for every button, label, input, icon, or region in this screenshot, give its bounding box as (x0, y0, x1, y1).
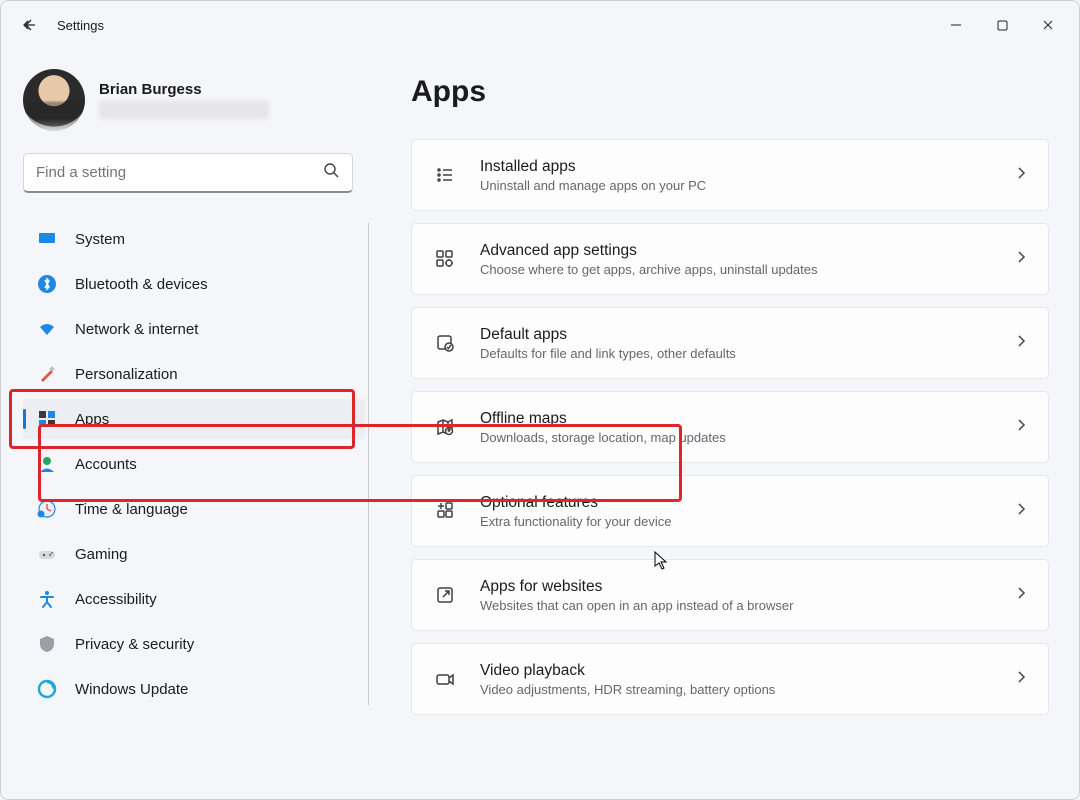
wifi-icon (37, 319, 57, 339)
card-advanced[interactable]: Advanced app settings Choose where to get… (411, 223, 1049, 295)
card-subtitle: Defaults for file and link types, other … (480, 346, 992, 361)
apps-icon (37, 409, 57, 429)
titlebar: Settings (1, 1, 1079, 49)
sidebar-item-label: Network & internet (75, 321, 198, 338)
minimize-button[interactable] (933, 5, 979, 45)
back-button[interactable] (9, 5, 49, 45)
close-icon (1042, 19, 1054, 31)
card-optional[interactable]: Optional features Extra functionality for… (411, 475, 1049, 547)
minimize-icon (950, 19, 962, 31)
sidebar-item-network[interactable]: Network & internet (23, 309, 365, 349)
sidebar-item-update[interactable]: Windows Update (23, 669, 365, 709)
window-title: Settings (57, 18, 104, 33)
profile-block[interactable]: Brian Burgess (23, 69, 371, 131)
chevron-right-icon (1014, 670, 1028, 689)
search-box[interactable] (23, 153, 353, 193)
card-default[interactable]: Default apps Defaults for file and link t… (411, 307, 1049, 379)
search-icon (323, 162, 340, 184)
check-app-icon (432, 333, 458, 353)
accessibility-icon (37, 589, 57, 609)
card-installed[interactable]: Installed apps Uninstall and manage apps … (411, 139, 1049, 211)
card-offline[interactable]: Offline maps Downloads, storage location,… (411, 391, 1049, 463)
sidebar-item-label: Accounts (75, 456, 137, 473)
monitor-icon (37, 229, 57, 249)
sidebar-item-personalization[interactable]: Personalization (23, 354, 365, 394)
card-title: Offline maps (480, 410, 992, 428)
bluetooth-icon (37, 274, 57, 294)
sidebar-item-time[interactable]: Time & language (23, 489, 365, 529)
profile-name: Brian Burgess (99, 81, 269, 98)
card-title: Optional features (480, 494, 992, 512)
chevron-right-icon (1014, 418, 1028, 437)
maximize-icon (997, 20, 1008, 31)
sidebar-item-bluetooth[interactable]: Bluetooth & devices (23, 264, 365, 304)
card-title: Installed apps (480, 158, 992, 176)
shield-icon (37, 634, 57, 654)
sidebar-item-system[interactable]: System (23, 219, 365, 259)
card-title: Advanced app settings (480, 242, 992, 260)
chevron-right-icon (1014, 334, 1028, 353)
grid-plus-icon (432, 501, 458, 521)
chevron-right-icon (1014, 502, 1028, 521)
chevron-right-icon (1014, 166, 1028, 185)
brush-icon (37, 364, 57, 384)
card-title: Default apps (480, 326, 992, 344)
update-icon (37, 679, 57, 699)
card-subtitle: Video adjustments, HDR streaming, batter… (480, 682, 992, 697)
sidebar-item-label: Time & language (75, 501, 188, 518)
close-button[interactable] (1025, 5, 1071, 45)
sidebar-item-label: Gaming (75, 546, 128, 563)
sidebar-item-label: Accessibility (75, 591, 157, 608)
sidebar-item-label: Personalization (75, 366, 178, 383)
profile-email-redacted (99, 101, 269, 119)
clock-icon (37, 499, 57, 519)
nav-list: System Bluetooth & devices Network & inter… (23, 219, 371, 709)
card-title: Video playback (480, 662, 992, 680)
gamepad-icon (37, 544, 57, 564)
avatar (23, 69, 85, 131)
sidebar-item-accounts[interactable]: Accounts (23, 444, 365, 484)
person-icon (37, 454, 57, 474)
sidebar-item-privacy[interactable]: Privacy & security (23, 624, 365, 664)
map-icon (432, 417, 458, 437)
sidebar: Brian Burgess System Bluetooth & devices N… (1, 49, 371, 799)
nav-divider (368, 223, 369, 705)
card-subtitle: Extra functionality for your device (480, 514, 992, 529)
card-subtitle: Choose where to get apps, archive apps, … (480, 262, 992, 277)
card-websites[interactable]: Apps for websites Websites that can open … (411, 559, 1049, 631)
card-subtitle: Websites that can open in an app instead… (480, 598, 992, 613)
sidebar-item-label: Bluetooth & devices (75, 276, 208, 293)
search-input[interactable] (36, 164, 323, 181)
sidebar-item-gaming[interactable]: Gaming (23, 534, 365, 574)
chevron-right-icon (1014, 250, 1028, 269)
page-title: Apps (411, 75, 1049, 109)
sidebar-item-apps[interactable]: Apps (23, 399, 365, 439)
sidebar-item-label: System (75, 231, 125, 248)
card-subtitle: Downloads, storage location, map updates (480, 430, 992, 445)
sidebar-item-label: Apps (75, 411, 109, 428)
main-content: Apps Installed apps Uninstall and manage … (371, 49, 1079, 799)
card-subtitle: Uninstall and manage apps on your PC (480, 178, 992, 193)
open-ext-icon (432, 585, 458, 605)
grid-gear-icon (432, 249, 458, 269)
card-video[interactable]: Video playback Video adjustments, HDR str… (411, 643, 1049, 715)
sidebar-item-accessibility[interactable]: Accessibility (23, 579, 365, 619)
list-icon (432, 165, 458, 185)
maximize-button[interactable] (979, 5, 1025, 45)
chevron-right-icon (1014, 586, 1028, 605)
video-icon (432, 669, 458, 689)
sidebar-item-label: Privacy & security (75, 636, 194, 653)
card-title: Apps for websites (480, 578, 992, 596)
sidebar-item-label: Windows Update (75, 681, 188, 698)
